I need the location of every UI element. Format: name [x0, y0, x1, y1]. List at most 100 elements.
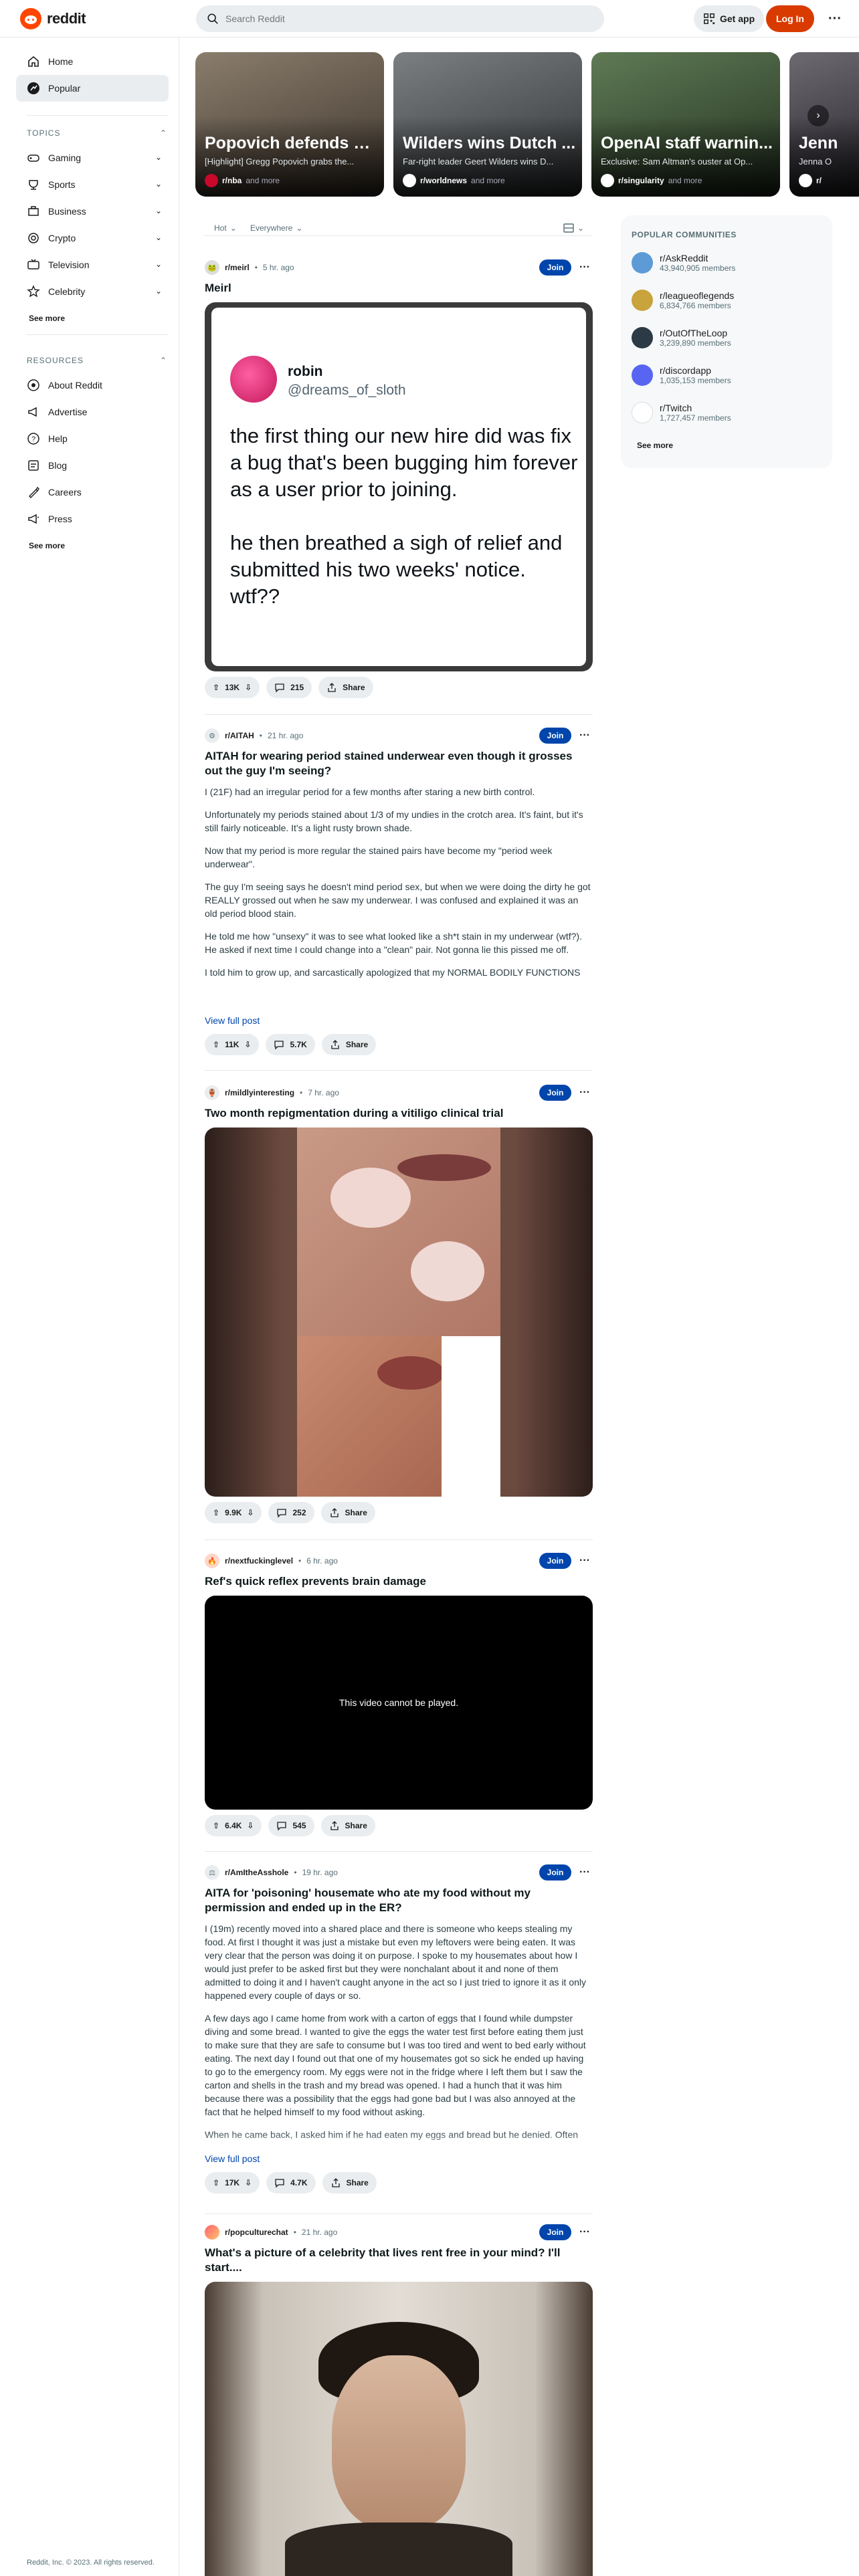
view-full-post-link[interactable]: View full post [205, 2153, 260, 2164]
share-button[interactable]: Share [318, 677, 373, 698]
post-card[interactable]: r/popculturechat • 21 hr. ago Join ··· W… [205, 2224, 593, 2576]
downvote-icon[interactable]: ⇩ [247, 1508, 254, 1517]
view-toggle[interactable]: ⌄ [563, 223, 584, 233]
share-button[interactable]: Share [321, 1034, 377, 1055]
resource-press[interactable]: Press [16, 506, 169, 532]
topic-business[interactable]: Business ⌄ [16, 198, 169, 225]
post-options-icon[interactable]: ··· [577, 259, 593, 276]
resource-advertise[interactable]: Advertise [16, 399, 169, 425]
community-item[interactable]: r/leagueoflegends 6,834,766 members [632, 284, 819, 317]
nav-popular[interactable]: Popular [16, 75, 169, 102]
comments-button[interactable]: 545 [268, 1815, 314, 1836]
post-title[interactable]: AITAH for wearing period stained underwe… [205, 749, 593, 778]
join-button[interactable]: Join [539, 728, 571, 744]
join-button[interactable]: Join [539, 1085, 571, 1101]
post-card[interactable]: ⚙ r/AITAH • 21 hr. ago Join ··· AITAH fo… [205, 728, 593, 1055]
post-title[interactable]: What's a picture of a celebrity that liv… [205, 2246, 593, 2275]
topic-television[interactable]: Television ⌄ [16, 251, 169, 278]
post-image[interactable] [205, 2282, 593, 2576]
join-button[interactable]: Join [539, 2224, 571, 2240]
resource-help[interactable]: ? Help [16, 425, 169, 452]
upvote-icon[interactable]: ⇧ [213, 1821, 219, 1830]
subreddit-avatar[interactable]: ⚙ [205, 728, 219, 743]
comments-button[interactable]: 252 [268, 1502, 314, 1523]
community-item[interactable]: r/discordapp 1,035,153 members [632, 358, 819, 392]
trending-card[interactable]: Wilders wins Dutch ... Far-right leader … [393, 52, 582, 197]
carousel-next-icon[interactable]: › [807, 105, 829, 126]
topic-celebrity[interactable]: Celebrity ⌄ [16, 278, 169, 305]
join-button[interactable]: Join [539, 1553, 571, 1569]
more-options-icon[interactable]: ··· [822, 5, 848, 32]
comments-button[interactable]: 5.7K [266, 1034, 315, 1055]
resource-about[interactable]: About Reddit [16, 372, 169, 399]
video-player[interactable]: This video cannot be played. [205, 1596, 593, 1810]
resources-header[interactable]: RESOURCES ⌃ [27, 356, 167, 365]
share-button[interactable]: Share [320, 1815, 375, 1836]
community-item[interactable]: r/Twitch 1,727,457 members [632, 396, 819, 429]
post-card[interactable]: 🔥 r/nextfuckinglevel • 6 hr. ago Join ··… [205, 1553, 593, 1840]
resource-careers[interactable]: Careers [16, 479, 169, 506]
post-options-icon[interactable]: ··· [577, 728, 593, 744]
subreddit-avatar[interactable]: 🐸 [205, 260, 219, 275]
post-options-icon[interactable]: ··· [577, 2224, 593, 2240]
post-options-icon[interactable]: ··· [577, 1864, 593, 1881]
join-button[interactable]: Join [539, 1864, 571, 1881]
get-app-button[interactable]: Get app [694, 5, 765, 32]
search-input[interactable] [225, 13, 587, 24]
topics-header[interactable]: TOPICS ⌃ [27, 128, 167, 138]
resources-see-more[interactable]: See more [29, 541, 65, 550]
post-card[interactable]: ⚖ r/AmItheAsshole • 19 hr. ago Join ··· … [205, 1864, 593, 2199]
community-item[interactable]: r/OutOfTheLoop 3,239,890 members [632, 321, 819, 354]
share-button[interactable]: Share [320, 1502, 375, 1523]
trending-card[interactable]: Popovich defends K... [Highlight] Gregg … [195, 52, 384, 197]
topics-see-more[interactable]: See more [29, 314, 65, 323]
search-bar[interactable] [196, 5, 604, 32]
upvote-icon[interactable]: ⇧ [213, 1040, 219, 1049]
post-subreddit[interactable]: r/AmItheAsshole [225, 1868, 288, 1877]
sort-dropdown[interactable]: Hot ⌄ [214, 223, 237, 233]
downvote-icon[interactable]: ⇩ [245, 2178, 252, 2187]
post-image[interactable] [205, 1128, 593, 1497]
comments-button[interactable]: 215 [266, 677, 312, 698]
post-subreddit[interactable]: r/AITAH [225, 731, 254, 740]
post-card[interactable]: 🏺 r/mildlyinteresting • 7 hr. ago Join ·… [205, 1085, 593, 1526]
downvote-icon[interactable]: ⇩ [244, 1040, 251, 1049]
nav-home[interactable]: Home [16, 48, 169, 75]
topic-gaming[interactable]: Gaming ⌄ [16, 144, 169, 171]
post-card[interactable]: 🐸 r/meirl • 5 hr. ago Join ··· Meirl rob… [205, 259, 593, 701]
upvote-icon[interactable]: ⇧ [213, 1508, 219, 1517]
topic-sports[interactable]: Sports ⌄ [16, 171, 169, 198]
subreddit-avatar[interactable]: ⚖ [205, 1865, 219, 1880]
join-button[interactable]: Join [539, 259, 571, 276]
post-title[interactable]: AITA for 'poisoning' housemate who ate m… [205, 1886, 593, 1915]
comments-button[interactable]: 4.7K [266, 2172, 316, 2193]
view-full-post-link[interactable]: View full post [205, 1015, 260, 1026]
resource-blog[interactable]: Blog [16, 452, 169, 479]
share-button[interactable]: Share [322, 2172, 377, 2193]
subreddit-avatar[interactable]: 🏺 [205, 1085, 219, 1100]
post-subreddit[interactable]: r/nextfuckinglevel [225, 1556, 293, 1566]
downvote-icon[interactable]: ⇩ [247, 1821, 254, 1830]
upvote-icon[interactable]: ⇧ [213, 683, 219, 692]
post-subreddit[interactable]: r/mildlyinteresting [225, 1088, 294, 1097]
range-dropdown[interactable]: Everywhere ⌄ [250, 223, 302, 233]
post-image[interactable]: robin @dreams_of_sloth the first thing o… [205, 302, 593, 671]
post-title[interactable]: Ref's quick reflex prevents brain damage [205, 1574, 593, 1589]
community-item[interactable]: r/AskReddit 43,940,905 members [632, 246, 819, 280]
post-title[interactable]: Meirl [205, 281, 593, 296]
post-options-icon[interactable]: ··· [577, 1553, 593, 1569]
subreddit-avatar[interactable] [205, 2225, 219, 2240]
upvote-icon[interactable]: ⇧ [213, 2178, 219, 2187]
login-button[interactable]: Log In [766, 5, 814, 32]
post-options-icon[interactable]: ··· [577, 1085, 593, 1101]
trending-card[interactable]: OpenAI staff warnin... Exclusive: Sam Al… [591, 52, 780, 197]
reddit-logo[interactable]: reddit [20, 8, 86, 29]
communities-see-more[interactable]: See more [637, 441, 673, 450]
post-title[interactable]: Two month repigmentation during a vitili… [205, 1106, 593, 1121]
topic-crypto[interactable]: Crypto ⌄ [16, 225, 169, 251]
post-subreddit[interactable]: r/meirl [225, 263, 250, 272]
downvote-icon[interactable]: ⇩ [245, 683, 252, 692]
subreddit-avatar[interactable]: 🔥 [205, 1553, 219, 1568]
popular-communities-header: POPULAR COMMUNITIES [632, 230, 737, 239]
post-subreddit[interactable]: r/popculturechat [225, 2228, 288, 2237]
